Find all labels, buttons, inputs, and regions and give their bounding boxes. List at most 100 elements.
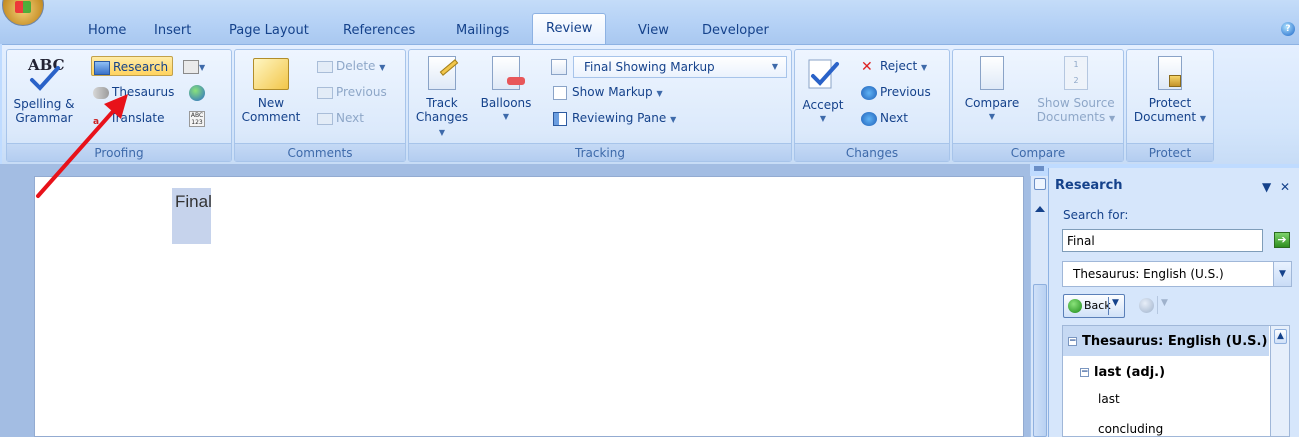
tab-review[interactable]: Review [532,13,607,45]
thesaurus-button[interactable]: Thesaurus [93,82,174,102]
tab-references[interactable]: References [341,17,417,44]
display-for-review-value: Final Showing Markup [584,60,715,74]
next-change-label: Next [880,111,908,125]
research-button[interactable]: Research [91,56,174,76]
previous-comment-label: Previous [336,85,387,99]
tab-developer[interactable]: Developer [700,17,771,44]
show-markup-label: Show Markup [572,85,653,99]
show-markup-button[interactable]: Show Markup ▼ [553,82,663,102]
forward-arrow-icon [1139,298,1154,313]
show-source-documents-button[interactable]: 12 Show Source Documents ▼ [1033,56,1119,126]
show-source-documents-icon: 12 [1064,56,1088,90]
translate-icon: a [93,116,100,127]
reference-source-select[interactable]: Thesaurus: English (U.S.) ▼ [1062,261,1292,287]
translate-label: Translate [110,111,165,125]
tab-page-layout[interactable]: Page Layout [227,17,311,44]
forward-button[interactable]: ▼ [1133,294,1175,318]
results-entry[interactable]: − last (adj.) [1080,365,1165,380]
next-comment-icon [317,112,333,125]
group-label-proofing: Proofing [7,143,231,161]
spelling-grammar-button[interactable]: ABC Spelling & Grammar [9,54,79,125]
word-count-button[interactable]: ABC 123 [189,108,205,128]
tab-home[interactable]: Home [86,17,128,44]
results-scrollbar[interactable]: ▲ [1270,325,1290,437]
spelling-label-1: Spelling & [13,97,75,111]
track-changes-button[interactable]: Track Changes ▼ [413,56,471,140]
group-changes: Accept ▼ ✕ Reject ▼ Previous Next Changes [794,49,950,162]
compare-dropdown-arrow: ▼ [988,112,996,121]
previous-comment-icon [317,86,333,99]
pane-options-icon[interactable]: ▼ [1262,180,1271,194]
group-label-changes: Changes [795,143,949,161]
spelling-label-2: Grammar [15,111,73,125]
previous-change-button[interactable]: Previous [861,82,931,102]
tab-mailings[interactable]: Mailings [454,17,511,44]
show-markup-icon [553,85,567,100]
collapse-icon[interactable]: − [1068,337,1077,346]
document-vertical-scrollbar[interactable] [1030,176,1048,437]
group-label-protect: Protect [1127,143,1213,161]
synonym-item[interactable]: concluding [1098,422,1163,436]
scroll-up-arrow-icon[interactable] [1035,206,1045,212]
next-change-button[interactable]: Next [861,108,908,128]
source-dropdown-icon[interactable]: ▼ [1273,262,1291,286]
reviewing-pane-button[interactable]: Reviewing Pane ▼ [553,108,676,128]
tab-view[interactable]: View [636,17,671,44]
translate-button[interactable]: a Translate [93,108,165,128]
spelling-check-icon: ABC [27,56,65,91]
next-comment-button[interactable]: Next [317,108,364,128]
group-protect: Protect Document ▼ Protect [1126,49,1214,162]
reject-button[interactable]: ✕ Reject ▼ [861,56,927,76]
display-for-review-icon-wrap [551,56,567,76]
display-for-review-dropdown-icon: ▼ [771,62,778,71]
next-change-icon [861,111,877,126]
language-button[interactable]: ▼ [183,56,205,76]
start-searching-icon[interactable]: ➔ [1274,232,1290,248]
back-arrow-icon [1068,299,1082,313]
word-count-icon: ABC 123 [189,110,205,127]
back-button[interactable]: Back ▼ [1063,294,1125,318]
group-compare: Compare ▼ 12 Show Source Documents ▼ Com… [952,49,1124,162]
previous-change-label: Previous [880,85,931,99]
search-input[interactable] [1062,229,1263,252]
reject-icon: ✕ [861,58,873,75]
translation-screentip-button[interactable] [189,82,205,102]
back-label: Back [1084,299,1111,312]
compare-button[interactable]: Compare ▼ [955,56,1029,124]
previous-comment-button[interactable]: Previous [317,82,387,102]
office-logo-icon [15,1,31,13]
synonym-item[interactable]: last [1098,392,1120,406]
protect-document-button[interactable]: Protect Document ▼ [1129,56,1211,126]
previous-change-icon [861,85,877,100]
balloons-button[interactable]: Balloons ▼ [475,56,537,124]
svg-text:ABC: ABC [27,56,64,74]
accept-icon [808,59,839,89]
back-dropdown-icon[interactable]: ▼ [1112,298,1119,308]
next-comment-label: Next [336,111,364,125]
globe-icon [189,84,205,101]
group-proofing: ABC Spelling & Grammar Research ▼ Thesau… [6,49,232,162]
language-icon [183,59,199,74]
office-button[interactable] [2,0,44,26]
group-label-compare: Compare [953,143,1123,161]
scrollbar-thumb[interactable] [1033,284,1047,437]
split-bar[interactable] [1034,166,1044,171]
protect-label-2: Document ▼ [1133,110,1207,124]
delete-comment-button[interactable]: Delete ▼ [317,56,385,76]
results-scroll-up-icon[interactable]: ▲ [1274,329,1287,344]
results-source-heading[interactable]: − Thesaurus: English (U.S.) [1068,334,1267,349]
collapse-entry-icon[interactable]: − [1080,368,1089,377]
accept-button[interactable]: Accept ▼ [797,56,849,126]
pane-close-icon[interactable]: ✕ [1280,180,1290,194]
selected-word[interactable]: Final [175,192,212,212]
help-icon[interactable]: ? [1281,22,1295,36]
ribbon-tab-bar: Home Insert Page Layout References Maili… [0,0,1299,45]
thesaurus-label: Thesaurus [112,85,175,99]
forward-dropdown-icon[interactable]: ▼ [1161,298,1168,308]
delete-label: Delete [336,59,376,73]
display-for-review-select[interactable]: Final Showing Markup ▼ [573,56,787,78]
new-comment-label-1: New [257,96,285,110]
tab-insert[interactable]: Insert [152,17,193,44]
delete-comment-icon [317,60,333,73]
new-comment-button[interactable]: New Comment [239,56,303,124]
